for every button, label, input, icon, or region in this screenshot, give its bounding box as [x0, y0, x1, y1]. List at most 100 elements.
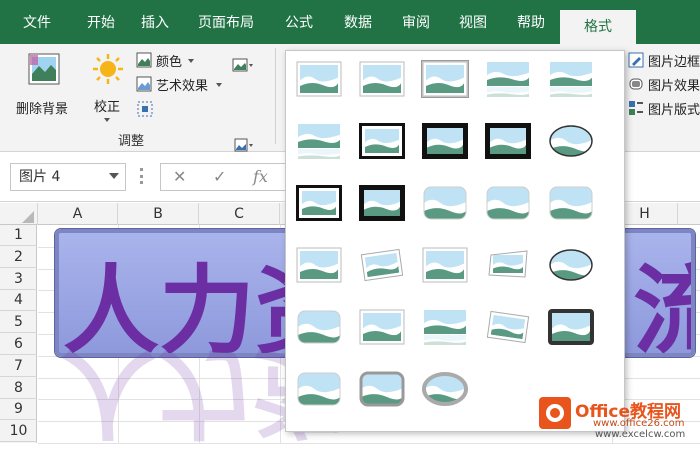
- picture-style-perspective-19[interactable]: [485, 247, 531, 283]
- tab-view[interactable]: 视图: [444, 0, 502, 44]
- chevron-down-icon[interactable]: [109, 173, 119, 179]
- picture-style-selected-3[interactable]: [421, 60, 469, 98]
- picture-styles-gallery[interactable]: [285, 50, 625, 432]
- picture-style-plain-2[interactable]: [359, 61, 405, 97]
- column-header-b[interactable]: B: [118, 203, 199, 225]
- picture-style-darkframe-25[interactable]: [548, 309, 594, 345]
- picture-style-plain-18[interactable]: [422, 247, 468, 283]
- row-header-9[interactable]: 9: [0, 399, 37, 421]
- row-header-7[interactable]: 7: [0, 356, 37, 377]
- picture-effects-button[interactable]: 图片效果: [628, 74, 700, 94]
- picture-layout-icon: [629, 101, 643, 115]
- corrections-button[interactable]: 校正: [88, 52, 128, 130]
- picture-style-soft-6[interactable]: [296, 123, 342, 159]
- remove-background-label: 删除背景: [16, 102, 69, 117]
- picture-style-rounded-15[interactable]: [548, 185, 594, 221]
- sun-icon: [93, 54, 123, 84]
- picture-style-reflect-23[interactable]: [422, 309, 468, 345]
- row-header-8[interactable]: 8: [0, 378, 37, 399]
- picture-style-softedge-13[interactable]: [422, 185, 468, 221]
- column-header-c[interactable]: C: [199, 203, 280, 225]
- corrections-label: 校正: [94, 100, 121, 115]
- picture-effects-icon: [629, 78, 643, 90]
- color-label: 颜色: [156, 55, 183, 70]
- color-icon: [136, 52, 152, 68]
- picture-style-ovalframe-28[interactable]: [422, 371, 468, 407]
- picture-style-soft-4[interactable]: [485, 61, 531, 97]
- row-header-1[interactable]: 1: [0, 225, 37, 246]
- tab-home[interactable]: 开始: [74, 0, 128, 44]
- picture-style-thumbnail-icon: [359, 309, 405, 345]
- picture-style-thumbnail-icon: [422, 123, 468, 159]
- watermark-url: www.office26.com: [593, 418, 685, 429]
- column-header-a[interactable]: A: [38, 203, 118, 225]
- transparency-icon[interactable]: [136, 100, 154, 118]
- tab-format[interactable]: 格式: [560, 10, 636, 44]
- picture-style-bevel-22[interactable]: [359, 309, 405, 345]
- picture-style-rounded-21[interactable]: [296, 309, 342, 345]
- tab-insert[interactable]: 插入: [128, 0, 182, 44]
- picture-style-soft-5[interactable]: [548, 61, 594, 97]
- picture-style-thumbnail-icon: [549, 125, 593, 157]
- picture-style-thumbnail-icon: [296, 61, 342, 97]
- row-header-3[interactable]: 3: [0, 269, 37, 290]
- picture-style-thickblack-7[interactable]: [359, 123, 405, 159]
- tab-review[interactable]: 审阅: [388, 0, 444, 44]
- insert-function-icon[interactable]: fx: [253, 167, 268, 186]
- tab-file[interactable]: 文件: [0, 0, 74, 44]
- picture-style-thumbnail-icon: [298, 124, 340, 159]
- more-options-icon: [140, 168, 143, 184]
- picture-style-plain-1[interactable]: [296, 61, 342, 97]
- row-header-2[interactable]: 2: [0, 247, 37, 268]
- tab-page-layout[interactable]: 页面布局: [182, 0, 270, 44]
- row-header-4[interactable]: 4: [0, 290, 37, 312]
- remove-background-icon: [28, 53, 60, 85]
- picture-style-rotated2-24[interactable]: [485, 309, 531, 345]
- row-header-6[interactable]: 6: [0, 334, 37, 355]
- row-header-10[interactable]: 10: [0, 421, 37, 443]
- picture-style-rounded-14[interactable]: [485, 185, 531, 221]
- picture-style-thumbnail-icon: [296, 247, 342, 283]
- artistic-effects-button[interactable]: 艺术效果: [136, 74, 226, 94]
- picture-layout-button[interactable]: 图片版式: [628, 98, 700, 118]
- tab-data[interactable]: 数据: [328, 0, 388, 44]
- picture-border-button[interactable]: 图片边框: [628, 50, 700, 70]
- picture-style-roundframe-27[interactable]: [359, 371, 405, 407]
- picture-style-thumbnail-icon: [359, 371, 405, 407]
- picture-style-thickblack-11[interactable]: [296, 185, 342, 221]
- select-all-triangle: [22, 211, 34, 223]
- picture-style-thumbnail-icon: [549, 186, 593, 220]
- pencil-icon: [628, 52, 644, 68]
- chevron-down-icon: [216, 83, 222, 87]
- picture-style-thumbnail-icon: [422, 61, 468, 97]
- picture-style-thumbnail-icon: [424, 310, 466, 345]
- picture-style-thumbnail-icon: [485, 123, 531, 159]
- picture-style-thumbnail-icon: [359, 123, 405, 159]
- artistic-effects-label: 艺术效果: [156, 79, 209, 94]
- picture-style-rounded-26[interactable]: [296, 371, 342, 407]
- picture-style-blackframe-9[interactable]: [485, 123, 531, 159]
- compress-pictures-icon[interactable]: [232, 56, 254, 76]
- tab-help[interactable]: 帮助: [502, 0, 560, 44]
- name-box-value: 图片 4: [19, 169, 61, 185]
- cancel-icon[interactable]: ✕: [173, 167, 186, 186]
- picture-style-thumbnail-icon: [422, 247, 468, 283]
- picture-style-softoval-20[interactable]: [548, 247, 594, 283]
- enter-icon[interactable]: ✓: [213, 167, 226, 186]
- office-logo-icon: [539, 397, 571, 429]
- row-header-5[interactable]: 5: [0, 312, 37, 334]
- tab-formulas[interactable]: 公式: [270, 0, 328, 44]
- name-box[interactable]: 图片 4: [10, 163, 126, 191]
- color-button[interactable]: 颜色: [136, 50, 206, 70]
- picture-style-rotated-17[interactable]: [359, 247, 405, 283]
- site-watermark: Office教程网 www.office26.com www.excelcw.c…: [535, 395, 700, 443]
- picture-style-thumbnail-icon: [488, 250, 528, 278]
- picture-style-oval-10[interactable]: [548, 123, 594, 159]
- picture-effects-label: 图片效果: [648, 79, 700, 94]
- picture-style-blackframe-8[interactable]: [422, 123, 468, 159]
- row-headers: 1 2 3 4 5 6 7 8 9 10: [0, 225, 37, 443]
- picture-style-shadow-16[interactable]: [296, 247, 342, 283]
- remove-background-button[interactable]: 删除背景: [16, 52, 72, 122]
- chevron-down-icon: [104, 118, 110, 122]
- picture-style-blackframe-12[interactable]: [359, 185, 405, 221]
